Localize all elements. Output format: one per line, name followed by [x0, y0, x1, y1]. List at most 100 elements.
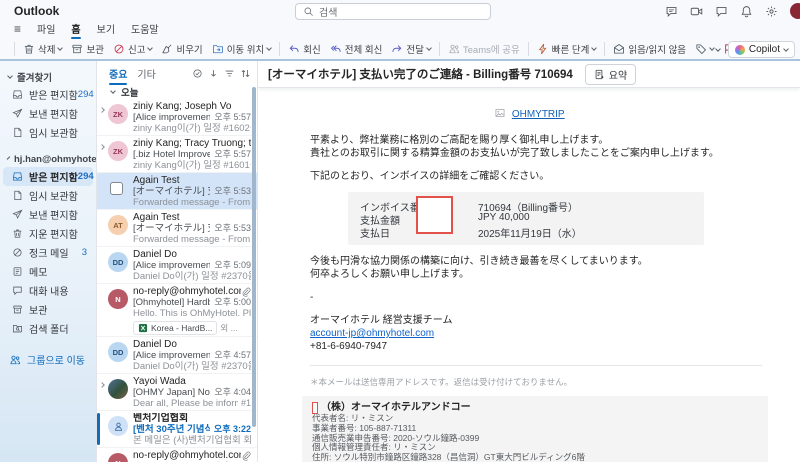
paperclip-icon	[241, 451, 251, 461]
avatar[interactable]: AT	[108, 215, 128, 235]
reply-button[interactable]: 회신	[284, 40, 324, 58]
report-button[interactable]: 신고	[109, 40, 156, 58]
avatar[interactable]: DD	[108, 252, 128, 272]
app-title: Outlook	[14, 4, 60, 18]
sidebar-item-drafts-favorite[interactable]: 임시 보관함	[3, 123, 93, 142]
message-sender: 벤처기업협회	[133, 413, 189, 424]
filter-icon[interactable]	[224, 68, 235, 79]
avatar[interactable]: DD	[108, 342, 128, 362]
sidebar-item-inbox[interactable]: 받은 편지함 294	[3, 167, 94, 186]
message-row-6[interactable]: N no-reply@ohmyhotel.com [Ohmyhotel] Har…	[97, 284, 257, 337]
menu-home[interactable]: 홈	[71, 21, 81, 39]
message-row-10[interactable]: N no-reply@ohmyhotel.com [Ohmyhotel] Har…	[97, 448, 257, 462]
share-to-teams-button[interactable]: Teams에 공유	[444, 40, 524, 58]
quick-steps-button[interactable]: 빠른 단계	[533, 40, 601, 58]
message-row-3-selected[interactable]: Again Test [オーマイホテル] 支払い完... 오후 5:53 Forw…	[97, 173, 257, 210]
titlebar-icons	[665, 0, 800, 22]
sidebar-item-archive[interactable]: 보관	[3, 300, 93, 319]
message-time: 오후 4:04	[214, 387, 251, 397]
reply-all-button[interactable]: 전체 회신	[326, 40, 387, 58]
sidebar-item-junk[interactable]: 정크 메일 3	[3, 243, 93, 262]
tab-focused[interactable]: 중요	[109, 66, 128, 85]
menu-file[interactable]: 파일	[37, 21, 55, 36]
avatar[interactable]: N	[108, 289, 128, 309]
message-preview: Forwarded message - From: <csce...	[133, 234, 251, 245]
email-address-link[interactable]: account-jp@ohmyhotel.com	[310, 328, 434, 339]
go-to-groups-link[interactable]: 그룹으로 이동	[9, 352, 96, 367]
avatar[interactable]: ZK	[108, 141, 128, 161]
sidebar-item-inbox-favorite[interactable]: 받은 편지함 294	[3, 85, 94, 104]
rules-button[interactable]	[796, 41, 800, 57]
delete-button[interactable]: 삭제	[19, 40, 66, 58]
attachment-chip[interactable]: Korea - HardB...	[133, 321, 218, 335]
favorites-section-header[interactable]: 즐겨찾기	[0, 69, 96, 85]
avatar[interactable]	[108, 416, 128, 436]
hamburger-menu-icon[interactable]: ≡	[14, 23, 21, 35]
sweep-button[interactable]: 비우기	[157, 40, 206, 58]
sort-icon[interactable]	[240, 68, 251, 79]
message-row-8[interactable]: Yayoi Wada [OHMY Japan] Notice of... 오후 4…	[97, 374, 257, 411]
categorize-button[interactable]	[691, 41, 718, 57]
settings-gear-icon[interactable]	[765, 5, 778, 18]
brand-link[interactable]: OHMYTRIP	[512, 109, 565, 120]
body-paragraph: 今後も円滑な協力関係の構築に向け、引き続き最善を尽くしてまいります。	[310, 256, 648, 267]
message-row-9-unread[interactable]: 벤처기업협회 [벤처 30주년 기념식] 벤처 ...오후 3:22 본 메일은…	[97, 411, 257, 448]
group-header-today[interactable]: 오늘	[97, 85, 257, 99]
forward-button[interactable]: 전달	[387, 40, 434, 58]
account-section-header[interactable]: hj.han@ohmyhote...	[0, 151, 96, 167]
message-list-scrollbar[interactable]	[252, 87, 256, 427]
expand-conversation-icon[interactable]	[99, 382, 105, 388]
archive-button[interactable]: 보관	[67, 40, 107, 58]
message-sender: Again Test	[133, 175, 180, 186]
chat-bubble-icon[interactable]	[665, 5, 678, 18]
video-call-icon[interactable]	[690, 5, 703, 18]
menu-view[interactable]: 보기	[97, 21, 115, 36]
expand-conversation-icon[interactable]	[99, 144, 105, 150]
message-subject: [オーマイホテル] 支払い完...	[133, 223, 210, 234]
chevron-down-icon	[147, 45, 154, 51]
body-paragraph: 平素より、弊社業務に格別のご高配を賜り厚く御礼申し上げます。	[310, 135, 609, 146]
mark-read-arrow-icon[interactable]	[208, 68, 219, 79]
read-unread-button[interactable]: 읽음/읽지 않음	[609, 40, 690, 58]
profile-avatar[interactable]	[790, 3, 800, 19]
avatar[interactable]: N	[108, 453, 128, 462]
move-to-button[interactable]: 이동 위치	[208, 40, 276, 58]
sidebar-item-sent-favorite[interactable]: 보낸 편지함	[3, 104, 93, 123]
summary-doc-icon	[594, 69, 605, 80]
sidebar-item-search-folders[interactable]: 검색 폴더	[3, 319, 93, 338]
message-preview: ziniy Kang이(가) 일정 #1602을(를) 수...	[133, 123, 251, 134]
message-row-7[interactable]: DD Daniel Do [Alice improvement - 개...오후…	[97, 337, 257, 374]
invoice-value: 2025年11月19日（水）	[478, 229, 582, 240]
menu-help[interactable]: 도움말	[131, 21, 159, 36]
message-row-2[interactable]: ZK ziniy Kang; Tracy Truong; tan ja... […	[97, 136, 257, 173]
search-input[interactable]: 검색	[295, 3, 491, 20]
avatar-photo[interactable]	[108, 379, 128, 399]
inbox-icon	[12, 171, 23, 182]
people-icon	[9, 354, 21, 366]
avatar[interactable]: ZK	[108, 104, 128, 124]
message-row-5[interactable]: DD Daniel Do [Alice improvement - 개...오후…	[97, 247, 257, 284]
junk-block-icon	[12, 247, 23, 258]
title-bar: Outlook 검색	[0, 0, 800, 22]
message-preview: ziniy Kang이(가) 일정 #1601을(를) 수...	[133, 160, 251, 171]
summary-button[interactable]: 요약	[584, 63, 637, 85]
sidebar-item-sent[interactable]: 보낸 편지함	[3, 205, 93, 224]
select-messages-icon[interactable]	[192, 68, 203, 79]
tab-other[interactable]: 기타	[137, 66, 155, 81]
message-row-4[interactable]: AT Again Test [オーマイホテル] 支払い完... 오후 5:53 F…	[97, 210, 257, 247]
message-preview: Forwarded message - From: <csce...	[133, 197, 251, 208]
message-row-1[interactable]: ZK ziniy Kang; Joseph Vo [Alice improvem…	[97, 99, 257, 136]
sidebar-item-drafts[interactable]: 임시 보관함	[3, 186, 93, 205]
broken-image-icon	[495, 108, 505, 118]
copilot-button[interactable]: Copilot	[727, 41, 795, 58]
expand-conversation-icon[interactable]	[99, 107, 105, 113]
sidebar-item-notes[interactable]: 메모	[3, 262, 93, 281]
message-checkbox[interactable]	[110, 182, 123, 195]
sidebar-item-conversation-history[interactable]: 대화 내용	[3, 281, 93, 300]
reading-pane-header: [オーマイホテル] 支払い完了のご連絡 - Billing番号 710694 요…	[258, 61, 800, 88]
teams-chat-icon[interactable]	[715, 5, 728, 18]
sidebar-item-deleted[interactable]: 지운 편지함	[3, 224, 93, 243]
signature-team: オーマイホテル 経営支援チーム	[310, 315, 453, 326]
collapse-ribbon-chevron[interactable]	[715, 45, 721, 52]
notifications-bell-icon[interactable]	[740, 5, 753, 18]
